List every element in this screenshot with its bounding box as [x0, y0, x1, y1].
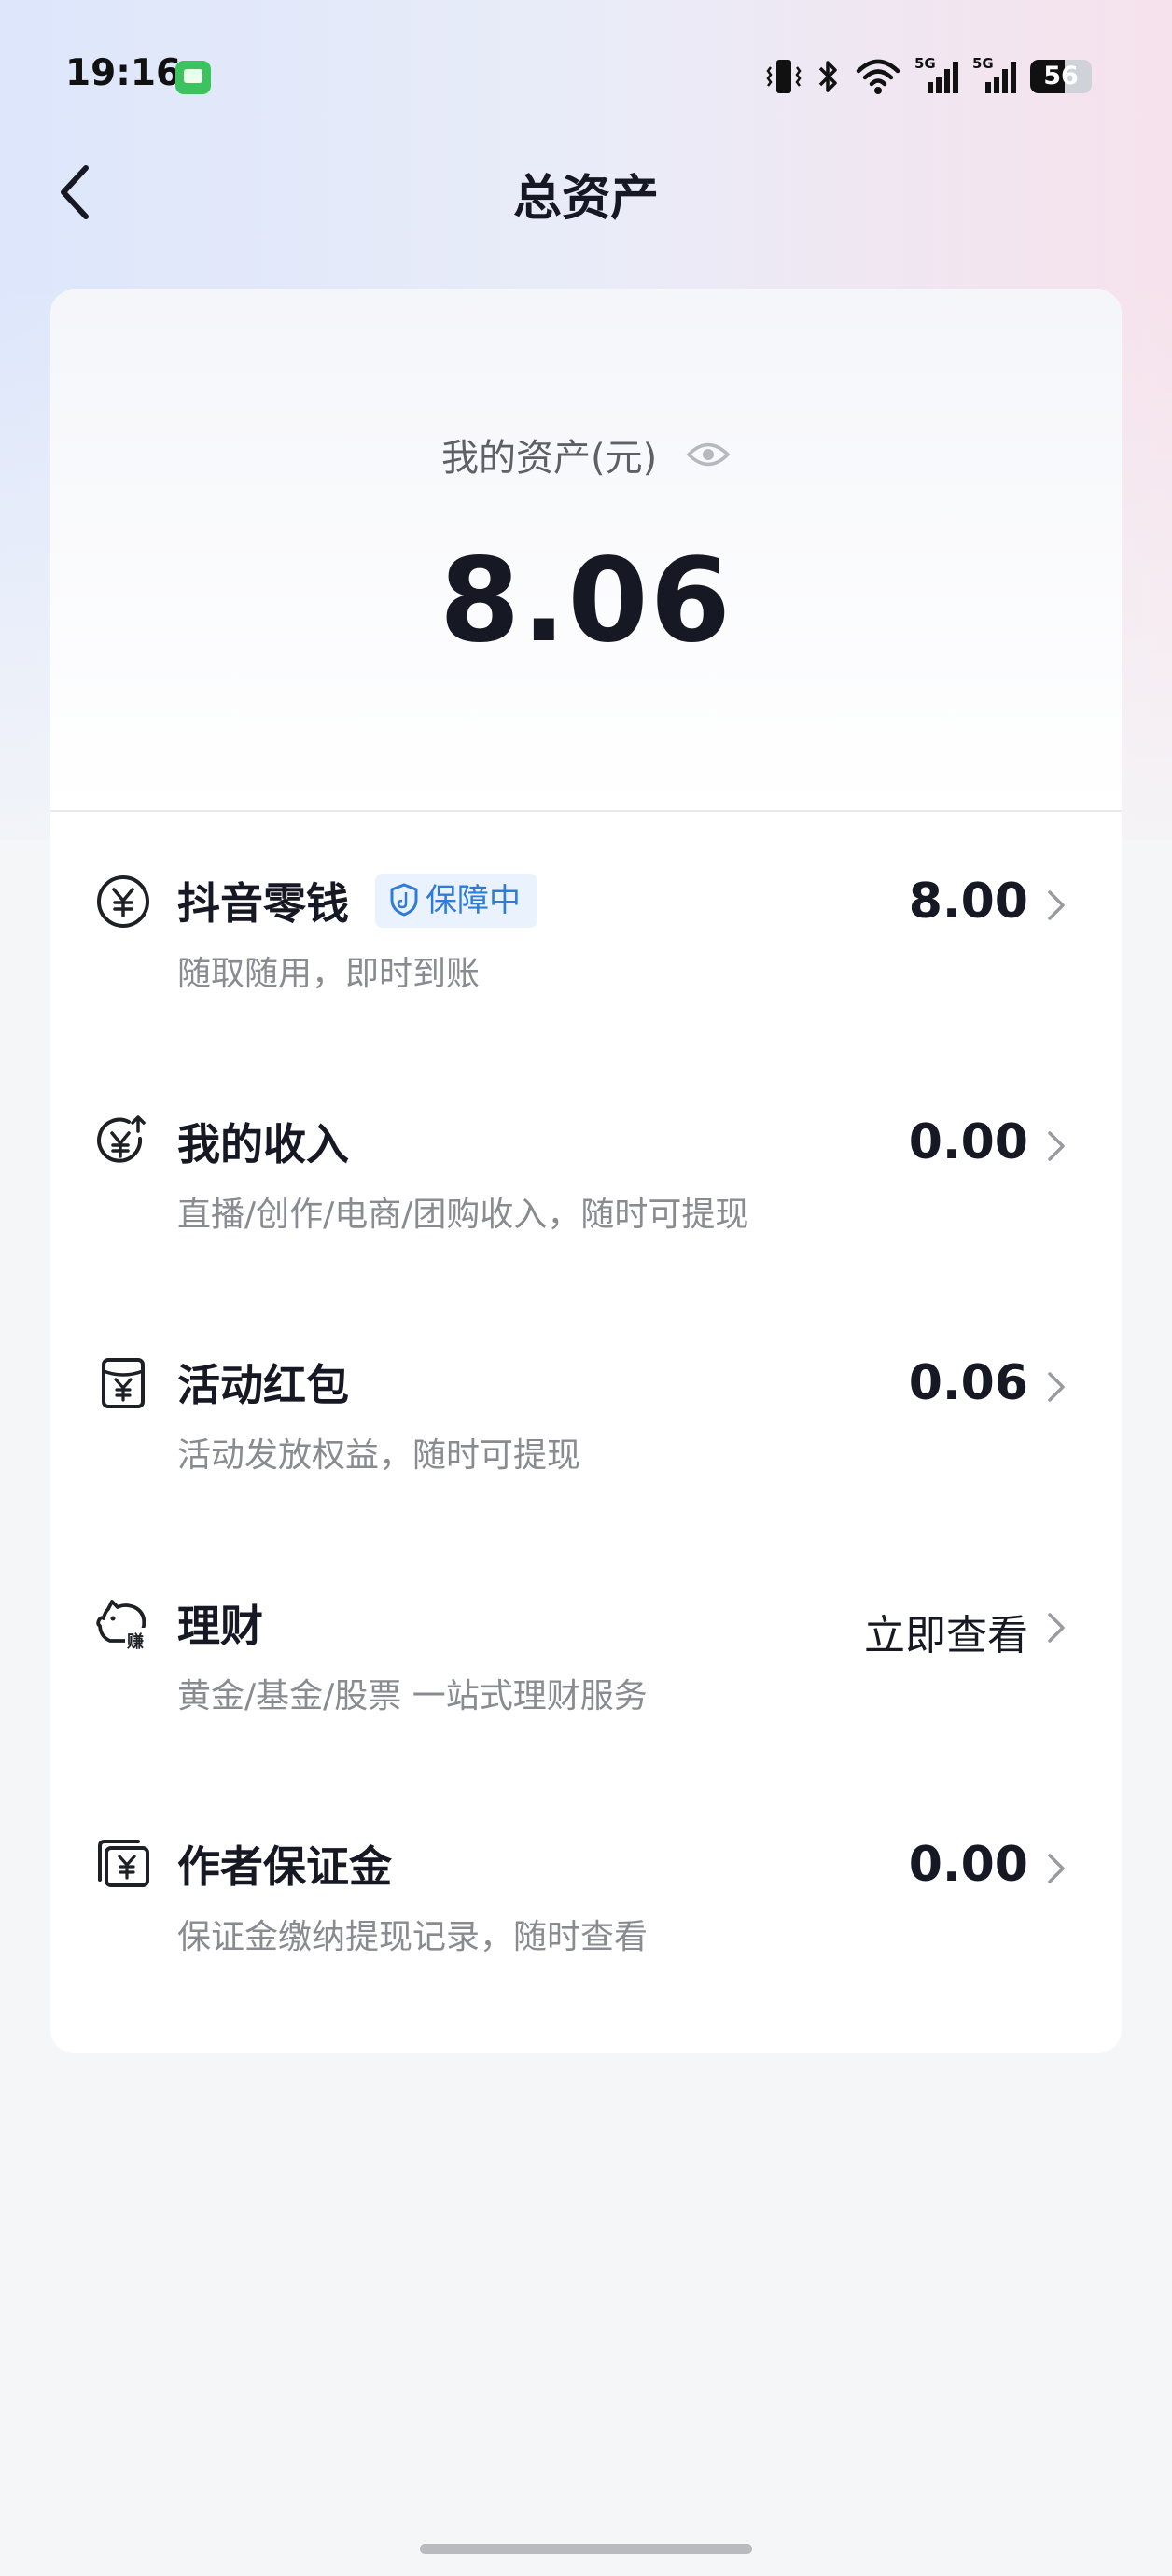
guarantee-badge: 保障中 — [375, 874, 537, 928]
svg-text:5G: 5G — [972, 55, 994, 72]
item-subtitle: 保证金缴纳提现记录，随时查看 — [177, 1918, 649, 1956]
list-item-red-envelope[interactable]: 活动红包 活动发放权益，随时可提现 0.06 — [50, 1294, 1122, 1534]
item-value: 0.00 — [908, 1837, 1028, 1893]
item-title: 抖音零钱 — [177, 878, 349, 929]
signal-5g-icon: 5G — [914, 55, 958, 93]
asset-label: 我的资产(元) — [441, 437, 658, 480]
item-subtitle: 活动发放权益，随时可提现 — [177, 1436, 581, 1475]
list-item-my-income[interactable]: 我的收入 直播/创作/电商/团购收入，随时可提现 0.00 — [50, 1053, 1122, 1294]
assets-card: 我的资产(元) 8.06 抖音零钱 保障中 随取随用，即时到账 8.00 我的收… — [50, 289, 1122, 2053]
chevron-right-icon — [1048, 890, 1065, 920]
yuan-coin-icon — [97, 875, 149, 928]
yuan-income-icon — [97, 1115, 146, 1163]
signal-5g-icon: 5G — [972, 55, 1016, 93]
red-envelope-icon — [102, 1358, 145, 1408]
status-time: 19:16 — [65, 52, 182, 94]
item-title: 我的收入 — [177, 1119, 349, 1169]
item-subtitle: 随取随用，即时到账 — [177, 955, 481, 993]
chevron-right-icon — [1048, 1854, 1065, 1883]
list-item-douyin-change[interactable]: 抖音零钱 保障中 随取随用，即时到账 8.00 — [50, 812, 1122, 1053]
svg-text:5G: 5G — [914, 55, 936, 72]
list-item-author-deposit[interactable]: 作者保证金 保证金缴纳提现记录，随时查看 0.00 — [50, 1775, 1122, 2016]
item-title: 作者保证金 — [177, 1841, 392, 1892]
shield-icon — [390, 882, 418, 917]
item-title: 活动红包 — [177, 1360, 349, 1410]
wifi-icon — [856, 59, 900, 94]
item-value: 0.00 — [908, 1114, 1028, 1170]
piggy-bank-icon: 赚 — [96, 1600, 149, 1652]
message-app-icon — [175, 61, 211, 94]
chevron-right-icon — [1048, 1131, 1065, 1161]
status-bar: 19:16 5G 5G 56 — [0, 0, 1172, 154]
item-value: 8.00 — [908, 874, 1028, 930]
deposit-card-icon — [98, 1840, 149, 1887]
list-item-wealth-management[interactable]: 赚 理财 黄金/基金/股票 一站式理财服务 立即查看 — [50, 1534, 1122, 1775]
home-indicator[interactable] — [420, 2544, 752, 2554]
asset-summary: 我的资产(元) 8.06 — [50, 289, 1122, 812]
vibrate-icon — [766, 60, 802, 93]
badge-label: 保障中 — [426, 882, 521, 919]
svg-text:赚: 赚 — [126, 1631, 144, 1652]
bluetooth-icon — [818, 61, 837, 92]
item-value: 0.06 — [908, 1355, 1028, 1411]
page-title: 总资产 — [512, 171, 659, 227]
battery-level-text: 56 — [1043, 62, 1079, 91]
asset-label-row: 我的资产(元) — [50, 427, 1122, 482]
item-subtitle: 黄金/基金/股票 一站式理财服务 — [177, 1677, 648, 1715]
chevron-right-icon — [1048, 1613, 1065, 1643]
item-subtitle: 直播/创作/电商/团购收入，随时可提现 — [177, 1196, 749, 1234]
view-now-link[interactable]: 立即查看 — [864, 1602, 1028, 1661]
total-asset-value: 8.06 — [440, 534, 732, 668]
eye-icon[interactable] — [686, 439, 731, 470]
chevron-right-icon — [1048, 1372, 1065, 1402]
item-title: 理财 — [177, 1601, 263, 1651]
battery-indicator: 56 — [1030, 60, 1092, 93]
